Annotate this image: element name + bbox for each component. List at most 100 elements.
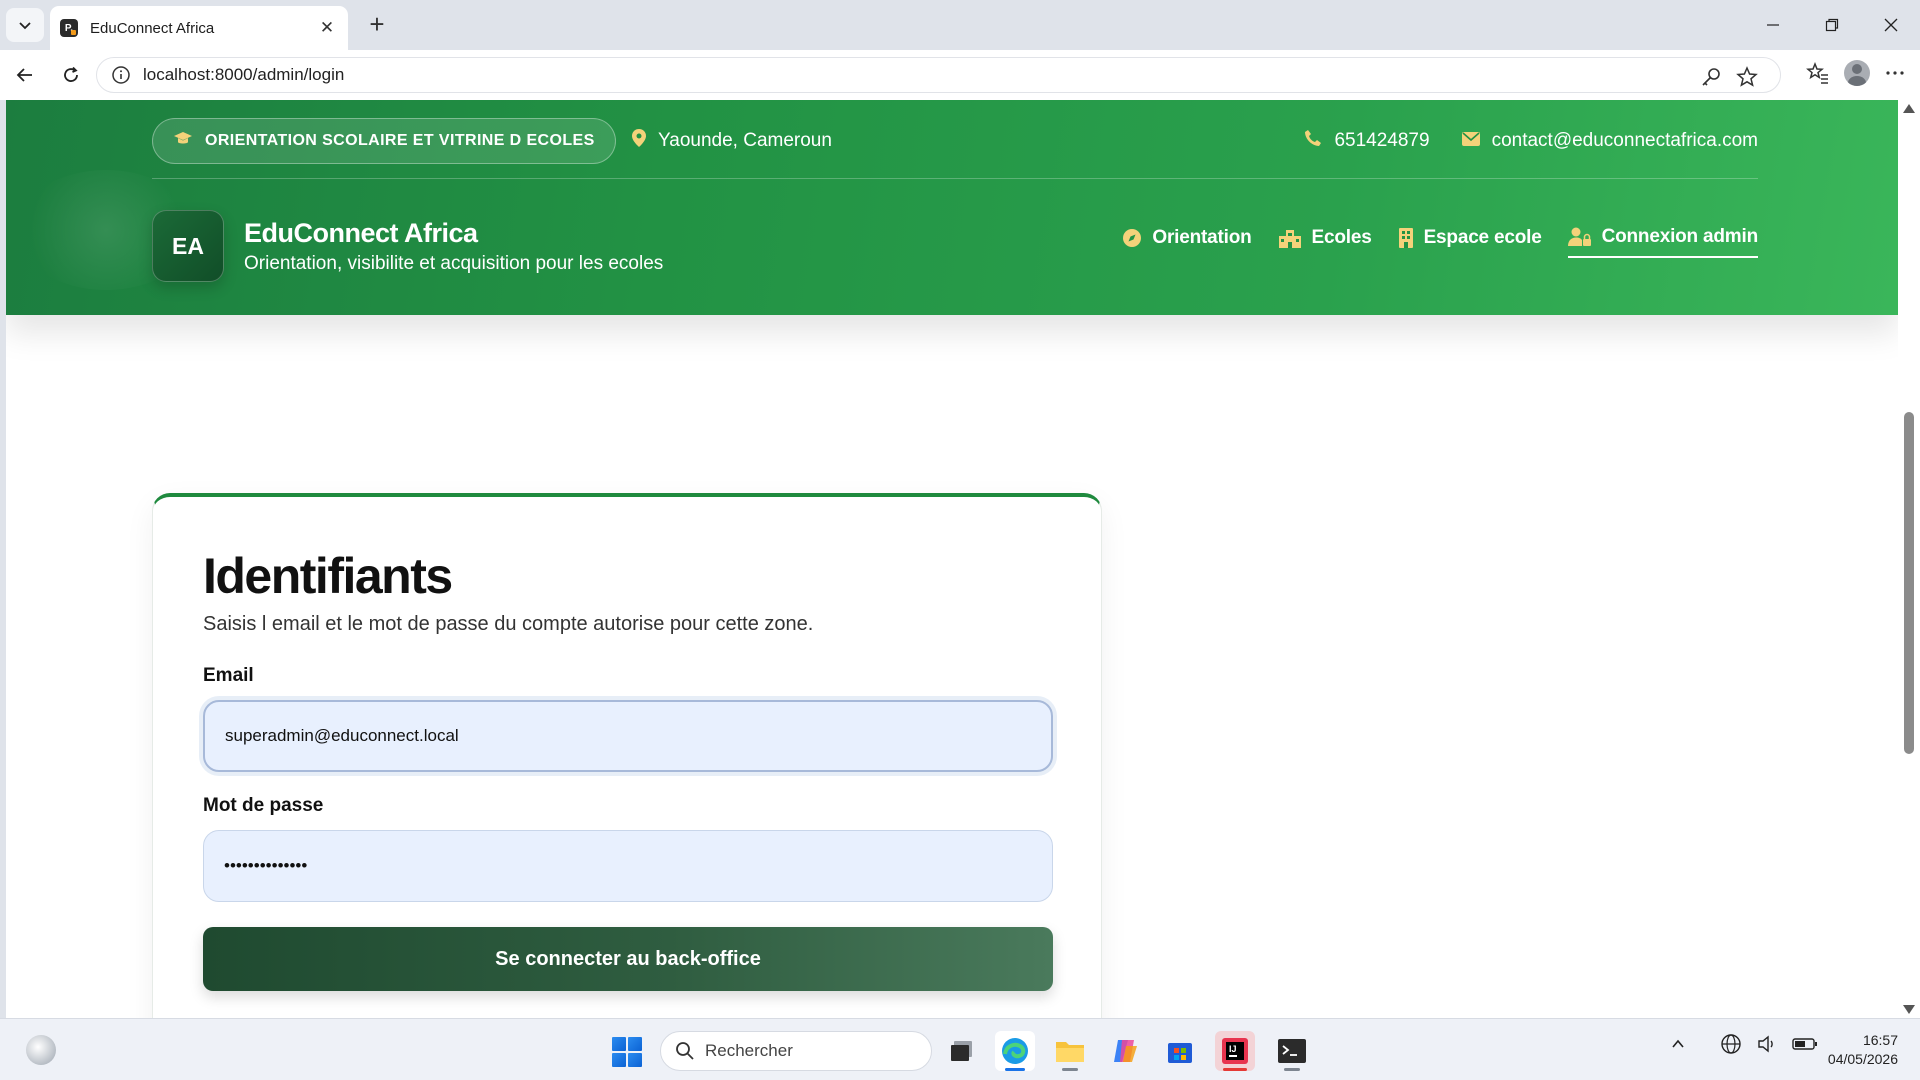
nav-espace-ecole[interactable]: Espace ecole [1398,227,1542,257]
folder-icon [1056,1042,1084,1062]
minimize-button[interactable] [1743,0,1802,50]
phone-icon [1304,129,1322,153]
nav-orientation[interactable]: Orientation [1122,227,1252,257]
battery-icon[interactable] [1792,1036,1818,1052]
tab-close-icon[interactable]: ✕ [316,18,338,38]
close-window-button[interactable] [1861,0,1920,50]
location-text: Yaounde, Cameroun [658,130,832,151]
copilot-icon [1114,1040,1137,1062]
phone-link[interactable]: 651424879 [1304,129,1430,153]
favorites-icon[interactable] [1806,61,1830,85]
profile-avatar[interactable] [1844,60,1870,86]
globe-icon[interactable] [1720,1033,1742,1055]
intellij-app[interactable]: IJ [1215,1031,1255,1071]
login-subtitle: Saisis l email et le mot de passe du com… [203,613,814,635]
search-placeholder: Rechercher [705,1041,793,1060]
task-view-button[interactable] [942,1031,982,1071]
header-topline: ORIENTATION SCOLAIRE ET VITRINE D ECOLES… [152,118,1758,164]
email-text: contact@educonnectafrica.com [1491,130,1758,151]
svg-text:IJ: IJ [1229,1044,1237,1054]
edge-app[interactable] [995,1031,1035,1071]
phone-text: 651424879 [1334,130,1430,151]
store-icon [1168,1043,1192,1063]
login-card: Identifiants Saisis l email et le mot de… [152,493,1102,1018]
email-link[interactable]: contact@educonnectafrica.com [1461,130,1758,152]
star-icon[interactable] [1736,66,1758,88]
scroll-down-icon[interactable] [1903,1005,1915,1014]
terminal-icon [1278,1039,1306,1063]
url-actions [1700,66,1758,88]
map-pin-icon [632,129,646,153]
reload-button[interactable] [58,62,84,88]
restore-icon [1825,18,1838,32]
email-label: Email [203,665,254,686]
brand[interactable]: EA EduConnect Africa Orientation, visibi… [152,210,663,282]
brand-text: EduConnect Africa Orientation, visibilit… [244,218,663,275]
header-location: Yaounde, Cameroun [632,118,832,164]
password-input[interactable] [203,830,1053,902]
file-explorer-app[interactable] [1050,1031,1090,1071]
favicon-icon: P. [60,19,78,37]
more-icon[interactable] [1884,62,1906,84]
intellij-icon: IJ [1222,1038,1248,1064]
header-badge: ORIENTATION SCOLAIRE ET VITRINE D ECOLES [152,118,616,164]
nav-ecoles[interactable]: Ecoles [1278,227,1372,257]
scroll-thumb[interactable] [1904,412,1914,754]
tab-list-button[interactable] [6,8,44,42]
buildings-icon [1278,228,1302,248]
graduation-cap-icon [173,131,193,152]
task-view-icon [951,1041,972,1061]
nav-espace-ecole-label: Espace ecole [1423,227,1542,248]
page-viewport: ORIENTATION SCOLAIRE ET VITRINE D ECOLES… [6,100,1898,1018]
restore-button[interactable] [1802,0,1861,50]
tab-title: EduConnect Africa [90,19,215,37]
header-badge-text: ORIENTATION SCOLAIRE ET VITRINE D ECOLES [205,132,595,149]
nav-orientation-label: Orientation [1152,227,1252,248]
new-tab-button[interactable]: + [362,10,392,40]
email-input[interactable] [203,700,1053,772]
system-tray [1670,1033,1818,1055]
login-title: Identifiants [203,548,453,604]
chevron-down-icon [19,22,31,30]
compass-icon [1122,228,1142,248]
back-button[interactable] [12,62,38,88]
minimize-icon [1766,24,1779,26]
reload-icon [64,66,78,82]
header-contact: 651424879 contact@educonnectafrica.com [1304,118,1758,164]
clock-time: 16:57 [1862,1032,1898,1048]
header-divider [152,178,1758,179]
brand-name: EduConnect Africa [244,217,478,248]
store-app[interactable] [1160,1031,1200,1071]
nav-connexion-admin[interactable]: Connexion admin [1567,226,1759,258]
browser-tab[interactable]: P. EduConnect Africa ✕ [50,6,348,50]
volume-icon[interactable] [1756,1033,1778,1055]
terminal-app[interactable] [1272,1031,1312,1071]
info-icon[interactable] [111,65,131,85]
window-controls [1743,0,1920,50]
page-scrollbar[interactable] [1898,100,1920,1018]
nav-connexion-admin-label: Connexion admin [1601,226,1759,247]
copilot-app[interactable] [1105,1031,1145,1071]
close-icon [1884,18,1897,32]
taskbar: Rechercher IJ 16:57 04/05/2026 [0,1018,1920,1080]
envelope-icon [1461,130,1480,152]
edge-icon [1002,1038,1028,1064]
taskbar-clock[interactable]: 16:57 04/05/2026 [1828,1031,1898,1069]
password-label: Mot de passe [203,795,324,816]
windows-logo-icon [612,1037,626,1051]
clock-date: 04/05/2026 [1827,1051,1898,1067]
scroll-up-icon[interactable] [1903,104,1915,113]
browser-toolbar: localhost:8000/admin/login [0,50,1920,100]
address-bar[interactable]: localhost:8000/admin/login [96,57,1781,93]
taskbar-search[interactable]: Rechercher [660,1031,932,1071]
key-icon[interactable] [1700,66,1722,88]
nav-ecoles-label: Ecoles [1311,227,1372,248]
login-submit-button[interactable]: Se connecter au back-office [203,927,1053,991]
arrow-left-icon [16,68,32,82]
browser-tabbar: P. EduConnect Africa ✕ + [0,0,1920,50]
chevron-up-icon[interactable] [1670,1036,1686,1052]
site-header: ORIENTATION SCOLAIRE ET VITRINE D ECOLES… [6,100,1898,315]
weather-icon[interactable] [26,1035,56,1065]
start-button[interactable] [612,1037,642,1067]
url-text: localhost:8000/admin/login [143,65,345,84]
